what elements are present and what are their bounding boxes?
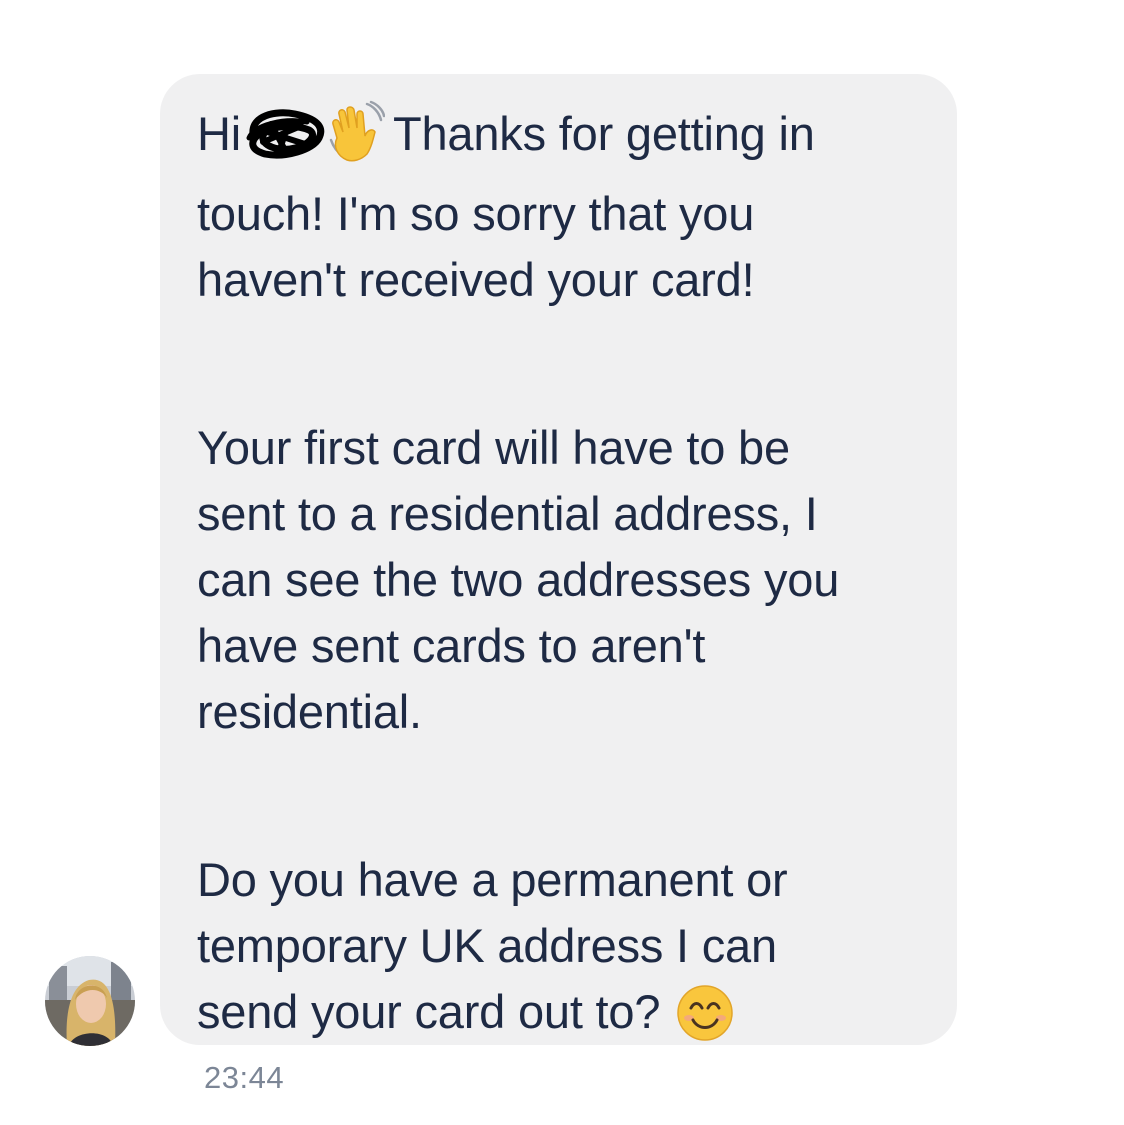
agent-avatar[interactable] (45, 956, 135, 1046)
smiling-face-emoji (676, 984, 734, 1059)
message-line: touch! I'm so sorry that you (197, 187, 755, 240)
redacted-name-scribble (245, 104, 327, 181)
closing-question: send your card out to? (197, 985, 661, 1038)
waving-hand-emoji (327, 100, 386, 179)
message-line: sent to a residential address, I (197, 487, 818, 540)
greeting-continuation: Thanks for getting in (392, 107, 815, 160)
message-line: Your first card will have to be (197, 421, 790, 474)
message-line: can see the two addresses you (197, 553, 840, 606)
message-line: send your card out to? (197, 979, 923, 1059)
message-line: temporary UK address I can (197, 919, 777, 972)
message-line: have sent cards to aren't (197, 619, 706, 672)
chat-thread: Hi Thanks for getting in touch! I'm so s… (0, 0, 1124, 1125)
message-line: Hi Thanks for getting in (197, 100, 923, 181)
message-bubble[interactable]: Hi Thanks for getting in touch! I'm so s… (160, 74, 957, 1045)
message-line: haven't received your card! (197, 253, 755, 306)
message-line: residential. (197, 685, 422, 738)
message-line: Do you have a permanent or (197, 853, 788, 906)
message-timestamp: 23:44 (204, 1060, 285, 1095)
greeting-text: Hi (197, 107, 241, 160)
